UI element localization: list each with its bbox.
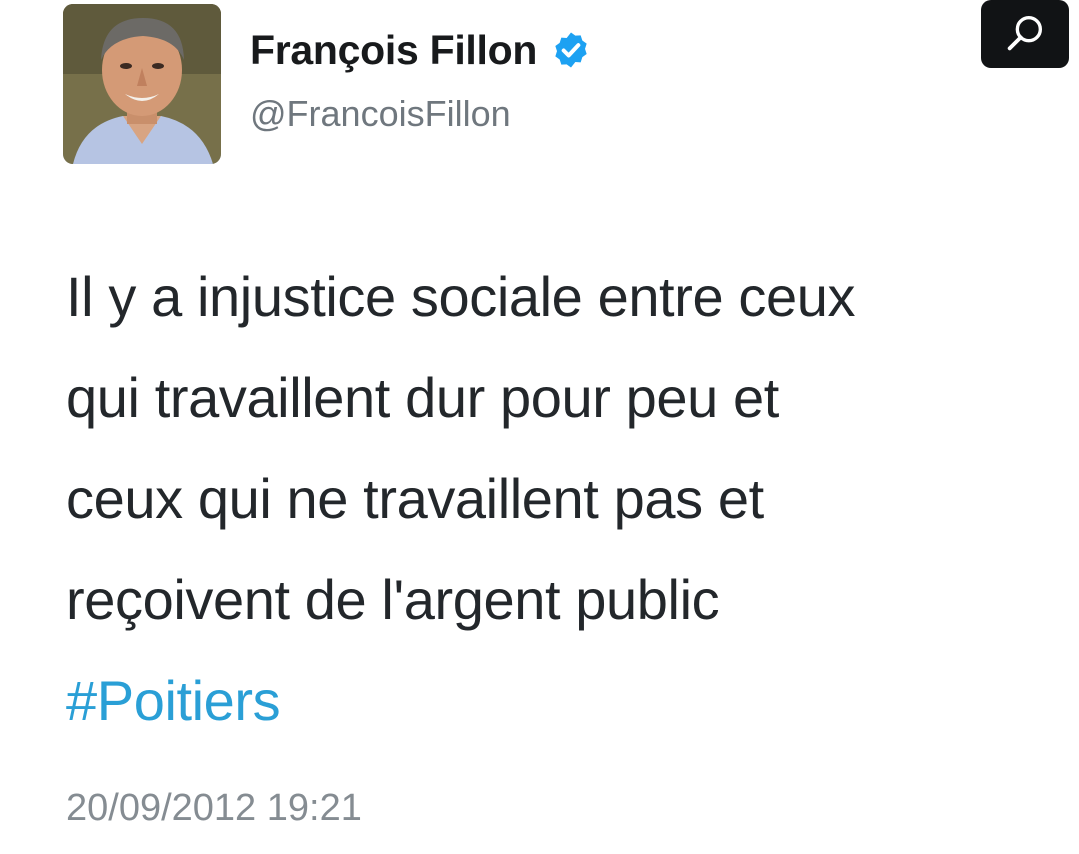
tweet-card: François Fillon @FrancoisFillon Il y a i…	[0, 0, 1079, 854]
search-button[interactable]	[981, 0, 1069, 68]
tweet-text-line: Il y a injustice sociale entre ceux	[66, 265, 856, 328]
tweet-text-line: ceux qui ne travaillent pas et	[66, 467, 764, 530]
author-name-row: François Fillon	[250, 24, 591, 76]
tweet-text: Il y a injustice sociale entre ceux qui …	[66, 246, 1056, 751]
tweet-timestamp[interactable]: 20/09/2012 19:21	[66, 787, 362, 830]
tweet-text-line: reçoivent de l'argent public	[66, 568, 720, 631]
display-name[interactable]: François Fillon	[250, 27, 537, 74]
search-icon	[1007, 16, 1043, 51]
verified-badge-icon	[551, 30, 591, 70]
user-handle[interactable]: @FrancoisFillon	[250, 93, 511, 135]
avatar-image	[63, 4, 221, 164]
tweet-text-line: qui travaillent dur pour peu et	[66, 366, 779, 429]
avatar[interactable]	[63, 4, 221, 164]
hashtag-link[interactable]: #Poitiers	[66, 650, 1056, 751]
